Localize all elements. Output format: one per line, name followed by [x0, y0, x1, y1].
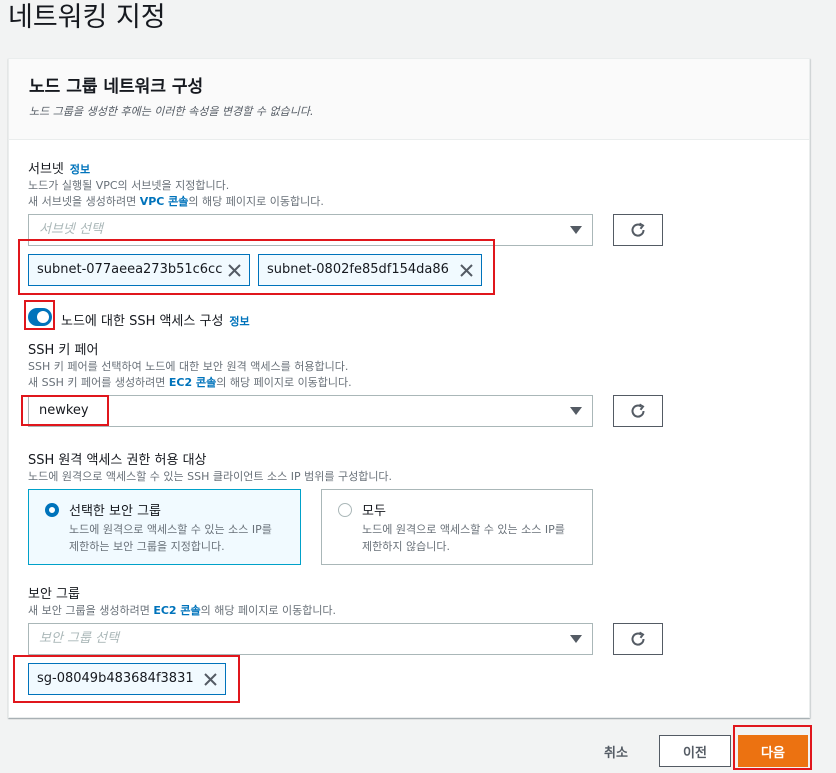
ssh-key-label: SSH 키 페어 [28, 343, 99, 358]
ssh-info-link[interactable]: 정보 [229, 315, 249, 328]
radio-option-title: 모두 [362, 504, 386, 519]
subnet-info-link[interactable]: 정보 [70, 163, 90, 176]
ssh-key-desc-line1: SSH 키 페어를 선택하여 노드에 대한 보안 원격 액세스를 허용합니다. [28, 360, 349, 373]
security-group-description: 새 보안 그룹을 생성하려면 EC2 콘솔의 해당 페이지로 이동합니다. [28, 603, 336, 619]
security-group-placeholder: 보안 그룹 선택 [39, 631, 120, 646]
sg-desc-prefix: 새 보안 그룹을 생성하려면 [28, 604, 154, 617]
ec2-console-link[interactable]: EC2 콘솔 [153, 604, 200, 617]
subnet-select-placeholder: 서브넷 선택 [39, 222, 103, 237]
panel-title: 노드 그룹 네트워크 구성 [29, 77, 204, 97]
panel-header: 노드 그룹 네트워크 구성 노드 그룹을 생성한 후에는 이러한 속성을 변경할… [9, 59, 809, 140]
highlight-box-next [733, 725, 812, 770]
ssh-access-label: SSH 원격 액세스 권한 허용 대상 [28, 453, 207, 468]
caret-down-icon [570, 635, 582, 643]
security-group-select[interactable]: 보안 그룹 선택 [28, 623, 593, 655]
vpc-console-link[interactable]: VPC 콘솔 [140, 195, 189, 208]
caret-down-icon [570, 407, 582, 415]
ec2-console-link[interactable]: EC2 콘솔 [169, 376, 216, 389]
radio-option-title: 선택한 보안 그룹 [69, 504, 161, 519]
previous-button[interactable]: 이전 [659, 735, 731, 767]
ssh-key-desc-line2: 새 SSH 키 페어를 생성하려면 EC2 콘솔의 해당 페이지로 이동합니다. [28, 375, 352, 391]
radio-button[interactable] [338, 503, 352, 517]
subnet-refresh-button[interactable] [613, 214, 663, 246]
highlight-box-ssh-key [21, 395, 109, 426]
subnet-desc-suffix: 의 해당 페이지로 이동합니다. [188, 195, 324, 208]
subnet-description: 노드가 실행될 VPC의 서브넷을 지정합니다. 새 서브넷을 생성하려면 VP… [28, 178, 324, 210]
sg-desc-suffix: 의 해당 페이지로 이동합니다. [200, 604, 337, 617]
security-group-label: 보안 그룹 [28, 587, 80, 602]
security-group-refresh-button[interactable] [613, 623, 663, 655]
cancel-button[interactable]: 취소 [590, 735, 642, 767]
ssh-key-desc-prefix: 새 SSH 키 페어를 생성하려면 [28, 376, 169, 389]
radio-option-desc: 노드에 원격으로 액세스할 수 있는 소스 IP를 제한하지 않습니다. [362, 523, 565, 553]
ssh-toggle-label: 노드에 대한 SSH 액세스 구성 [61, 314, 224, 329]
page-title: 네트워킹 지정 [8, 2, 166, 33]
subnet-desc-line2: 새 서브넷을 생성하려면 VPC 콘솔의 해당 페이지로 이동합니다. [28, 194, 324, 210]
ssh-key-refresh-button[interactable] [613, 395, 663, 427]
panel-description: 노드 그룹을 생성한 후에는 이러한 속성을 변경할 수 없습니다. [29, 105, 314, 118]
ssh-access-description: 노드에 원격으로 액세스할 수 있는 SSH 클라이언트 소스 IP 범위를 구… [28, 470, 393, 483]
highlight-box-security-group [13, 655, 240, 703]
highlight-box-subnets [18, 239, 495, 295]
subnet-desc-prefix: 새 서브넷을 생성하려면 [28, 195, 140, 208]
ssh-key-desc-suffix: 의 해당 페이지로 이동합니다. [216, 376, 352, 389]
radio-option-selected-security-group[interactable]: 선택한 보안 그룹 노드에 원격으로 액세스할 수 있는 소스 IP를 제한하는… [28, 489, 301, 565]
caret-down-icon [570, 226, 582, 234]
radio-option-all[interactable]: 모두 노드에 원격으로 액세스할 수 있는 소스 IP를 제한하지 않습니다. [321, 489, 593, 565]
refresh-icon [631, 222, 645, 237]
refresh-icon [631, 403, 645, 418]
refresh-icon [631, 631, 645, 646]
highlight-box-toggle [24, 300, 55, 330]
ssh-key-description: SSH 키 페어를 선택하여 노드에 대한 보안 원격 액세스를 허용합니다. … [28, 359, 352, 391]
subnet-label: 서브넷 [28, 162, 64, 177]
ssh-key-select[interactable]: newkey [28, 395, 593, 427]
subnet-label-row: 서브넷 정보 [28, 158, 90, 177]
radio-option-desc: 노드에 원격으로 액세스할 수 있는 소스 IP를 제한하는 보안 그룹을 지정… [69, 523, 272, 553]
subnet-desc-line1: 노드가 실행될 VPC의 서브넷을 지정합니다. [28, 179, 230, 192]
radio-button-selected[interactable] [45, 503, 59, 517]
ssh-toggle-label-row: 노드에 대한 SSH 액세스 구성 정보 [61, 310, 250, 329]
